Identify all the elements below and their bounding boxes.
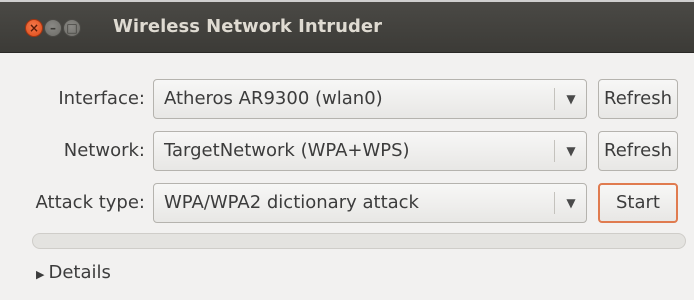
minimize-window-button[interactable]: – <box>44 19 62 37</box>
details-label: Details <box>48 262 111 283</box>
minimize-icon: – <box>50 21 56 35</box>
details-expander[interactable]: ▶ Details <box>36 258 111 288</box>
chevron-down-icon[interactable]: ▼ <box>555 132 587 170</box>
attack-type-label: Attack type: <box>35 192 145 213</box>
title-bar[interactable]: × – □ Wireless Network Intruder <box>0 2 694 53</box>
interface-dropdown[interactable]: Atheros AR9300 (wlan0) ▼ <box>153 79 587 119</box>
refresh-interface-button[interactable]: Refresh <box>598 79 678 119</box>
progress-bar <box>32 233 686 249</box>
interface-selected-value: Atheros AR9300 (wlan0) <box>164 88 383 109</box>
refresh-network-button[interactable]: Refresh <box>598 131 678 171</box>
interface-label: Interface: <box>58 88 145 109</box>
close-window-button[interactable]: × <box>25 19 43 37</box>
window-title: Wireless Network Intruder <box>113 16 382 37</box>
network-label: Network: <box>63 140 145 161</box>
app-window: × – □ Wireless Network Intruder Interfac… <box>0 0 694 300</box>
maximize-window-button[interactable]: □ <box>63 19 81 37</box>
attack-type-selected-value: WPA/WPA2 dictionary attack <box>164 192 419 213</box>
network-dropdown[interactable]: TargetNetwork (WPA+WPS) ▼ <box>153 131 587 171</box>
network-selected-value: TargetNetwork (WPA+WPS) <box>164 140 410 161</box>
close-icon: × <box>28 21 40 35</box>
triangle-right-icon: ▶ <box>36 268 45 281</box>
chevron-down-icon[interactable]: ▼ <box>555 80 587 118</box>
chevron-down-icon[interactable]: ▼ <box>555 184 587 222</box>
start-button[interactable]: Start <box>598 183 678 223</box>
attack-type-dropdown[interactable]: WPA/WPA2 dictionary attack ▼ <box>153 183 587 223</box>
maximize-icon: □ <box>66 21 78 35</box>
